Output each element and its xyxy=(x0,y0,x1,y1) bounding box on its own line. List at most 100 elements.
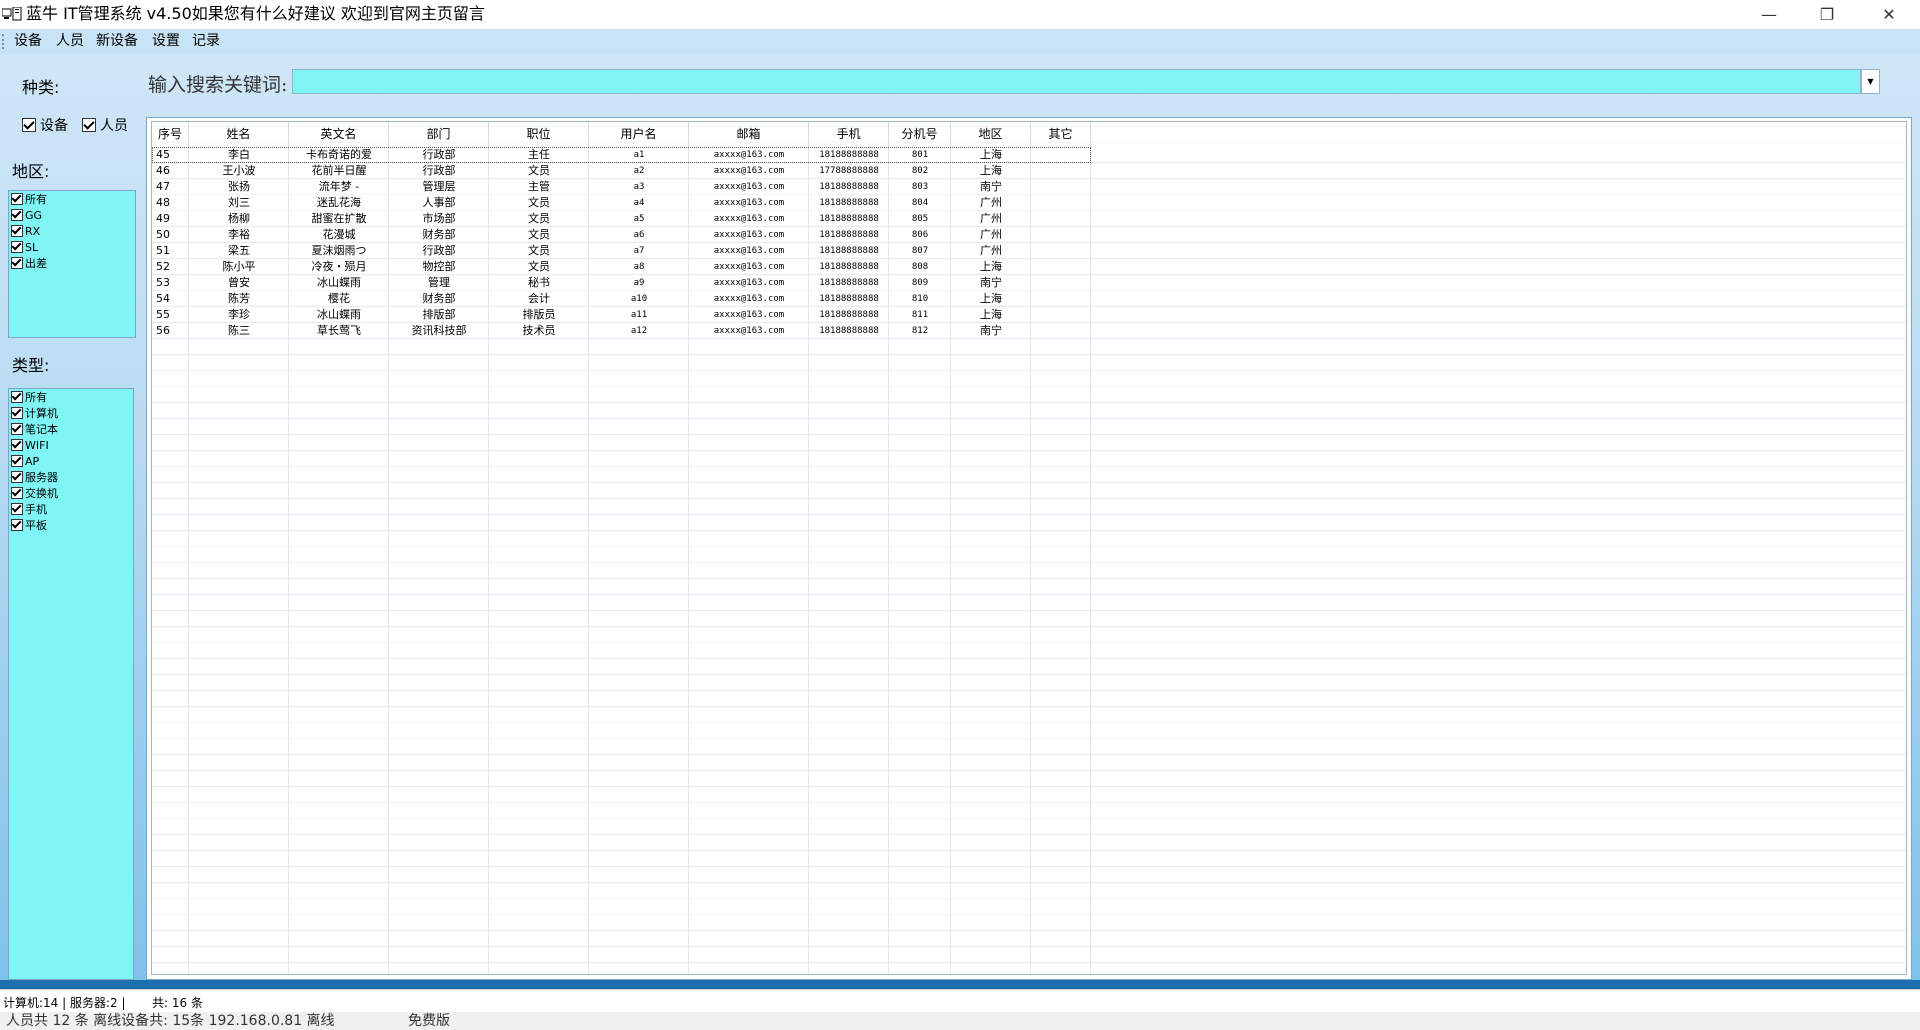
header-col-username[interactable]: 用户名 xyxy=(589,122,689,146)
table-row[interactable]: 51 梁五 夏沫烟雨つ 行政部 文员 a7 axxxx@163.com 18188888888… xyxy=(152,243,1091,259)
checkbox-icon[interactable] xyxy=(11,225,23,237)
kind-check-person[interactable]: 人员 xyxy=(82,115,128,135)
type-item[interactable]: 服务器 xyxy=(9,469,133,485)
cell-region: 上海 xyxy=(980,164,1002,177)
region-item[interactable]: 出差 xyxy=(9,255,135,271)
type-item[interactable]: AP xyxy=(9,453,133,469)
cell-department: 行政部 xyxy=(422,148,456,161)
table-row[interactable]: 54 陈芳 樱花 财务部 会计 a10 axxxx@163.com 18188888888 81… xyxy=(152,291,1091,307)
table-row[interactable]: 45 李白 卡布奇诺的爱 行政部 主任 a1 axxxx@163.com 1818888888… xyxy=(152,147,1091,163)
menu-item-device[interactable]: 设备 xyxy=(12,32,44,51)
people-table[interactable]: 序号 姓名 英文名 部门 职位 用户名 邮箱 手机 分机号 地区 其它 45 李白 卡布奇诺的爱 行政部主… xyxy=(151,121,1907,975)
table-row[interactable]: 47 张扬 流年梦 - 管理层 主管 a3 axxxx@163.com 18188888888… xyxy=(152,179,1091,195)
cell-region: 广州 xyxy=(980,196,1002,209)
cell-department: 行政部 xyxy=(422,164,456,177)
checkbox-icon[interactable] xyxy=(11,423,23,435)
app-icon xyxy=(2,7,22,21)
type-list[interactable]: 所有 计算机 笔记本 WIFI AP 服务器 交换机 手机 平板 xyxy=(8,388,134,980)
header-col-index[interactable]: 序号 xyxy=(152,122,189,146)
cell-email: axxxx@163.com xyxy=(713,150,785,160)
checkbox-icon[interactable] xyxy=(11,209,23,221)
close-button[interactable]: ✕ xyxy=(1860,0,1918,29)
menu-item-settings[interactable]: 设置 xyxy=(150,32,182,51)
table-row[interactable]: 56 陈三 草长莺飞 资讯科技部 技术员 a12 axxxx@163.com 18188888… xyxy=(152,323,1091,339)
checkbox-icon[interactable] xyxy=(11,487,23,499)
type-item[interactable]: 手机 xyxy=(9,501,133,517)
type-item-label: 所有 xyxy=(25,391,47,404)
header-col-phone[interactable]: 手机 xyxy=(809,122,889,146)
header-col-other[interactable]: 其它 xyxy=(1031,122,1091,146)
search-input[interactable] xyxy=(292,69,1861,94)
cell-english-name: 冷夜・殒月 xyxy=(311,260,367,273)
menu-item-new-device[interactable]: 新设备 xyxy=(94,32,140,51)
dropdown-arrow-icon[interactable]: ▼ xyxy=(1861,69,1880,94)
table-row[interactable]: 55 李珍 冰山蝶雨 排版部 排版员 a11 axxxx@163.com 1818888888… xyxy=(152,307,1091,323)
checkbox-icon[interactable] xyxy=(11,455,23,467)
cell-email: axxxx@163.com xyxy=(713,278,785,288)
type-item[interactable]: 交换机 xyxy=(9,485,133,501)
header-col-position[interactable]: 职位 xyxy=(489,122,589,146)
region-list[interactable]: 所有 GG RX SL 出差 xyxy=(8,190,136,338)
checkbox-icon[interactable] xyxy=(11,193,23,205)
checkbox-icon[interactable] xyxy=(11,257,23,269)
table-row[interactable]: 53 曾安 冰山蝶雨 管理 秘书 a9 axxxx@163.com 18188888888 80… xyxy=(152,275,1091,291)
cell-phone: 18188888888 xyxy=(819,278,879,288)
cell-other xyxy=(1031,211,1091,227)
header-col-english-name[interactable]: 英文名 xyxy=(289,122,389,146)
cell-email: axxxx@163.com xyxy=(713,294,785,304)
region-item-label: GG xyxy=(25,208,43,222)
checkbox-icon[interactable] xyxy=(11,407,23,419)
region-item[interactable]: SL xyxy=(9,239,135,255)
cell-region: 上海 xyxy=(980,260,1002,273)
cell-position: 排版员 xyxy=(522,308,556,321)
checkbox-icon[interactable] xyxy=(11,439,23,451)
checkbox-icon[interactable] xyxy=(11,391,23,403)
minimize-button[interactable]: — xyxy=(1740,0,1798,29)
cell-english-name: 草长莺飞 xyxy=(317,324,361,337)
table-row[interactable]: 52 陈小平 冷夜・殒月 物控部 文员 a8 axxxx@163.com 1818888888… xyxy=(152,259,1091,275)
type-item-label: WIFI xyxy=(25,438,49,452)
table-row[interactable]: 50 李裕 花漫城 财务部 文员 a6 axxxx@163.com 18188888888 80… xyxy=(152,227,1091,243)
type-item[interactable]: WIFI xyxy=(9,437,133,453)
header-col-email[interactable]: 邮箱 xyxy=(689,122,809,146)
region-item[interactable]: GG xyxy=(9,207,135,223)
header-col-region[interactable]: 地区 xyxy=(951,122,1031,146)
header-col-department[interactable]: 部门 xyxy=(389,122,489,146)
cell-username: a4 xyxy=(633,198,645,208)
cell-index: 50 xyxy=(156,228,170,241)
table-row[interactable]: 49 杨柳 甜蜜在扩散 市场部 文员 a5 axxxx@163.com 18188888888… xyxy=(152,211,1091,227)
checkbox-icon[interactable] xyxy=(11,519,23,531)
type-item[interactable]: 平板 xyxy=(9,517,133,533)
table-row[interactable]: 46 王小波 花前半日醒 行政部 文员 a2 axxxx@163.com 1778888888… xyxy=(152,163,1091,179)
cell-other xyxy=(1031,259,1091,275)
type-item[interactable]: 笔记本 xyxy=(9,421,133,437)
cell-phone: 18188888888 xyxy=(819,326,879,336)
cell-username: a2 xyxy=(633,166,645,176)
region-item[interactable]: RX xyxy=(9,223,135,239)
cell-department: 行政部 xyxy=(422,244,456,257)
checkbox-icon[interactable] xyxy=(11,503,23,515)
maximize-button[interactable]: ❐ xyxy=(1798,0,1856,29)
cell-extension: 803 xyxy=(911,182,929,192)
cell-position: 文员 xyxy=(528,228,550,241)
region-item-label: RX xyxy=(25,224,41,238)
region-item[interactable]: 所有 xyxy=(9,191,135,207)
header-col-name[interactable]: 姓名 xyxy=(189,122,289,146)
type-item[interactable]: 计算机 xyxy=(9,405,133,421)
cell-username: a10 xyxy=(630,294,648,304)
table-row[interactable]: 48 刘三 迷乱花海 人事部 文员 a4 axxxx@163.com 18188888888 8… xyxy=(152,195,1091,211)
cell-other xyxy=(1031,179,1091,195)
cell-english-name: 冰山蝶雨 xyxy=(317,308,361,321)
cell-extension: 808 xyxy=(911,262,929,272)
checkbox-icon[interactable] xyxy=(22,118,36,132)
menu-item-records[interactable]: 记录 xyxy=(190,32,222,51)
checkbox-icon[interactable] xyxy=(82,118,96,132)
header-col-extension[interactable]: 分机号 xyxy=(889,122,951,146)
menu-item-person[interactable]: 人员 xyxy=(54,32,86,51)
kind-check-device[interactable]: 设备 xyxy=(22,115,68,135)
type-item[interactable]: 所有 xyxy=(9,389,133,405)
type-item-label: 服务器 xyxy=(25,471,58,484)
checkbox-icon[interactable] xyxy=(11,471,23,483)
checkbox-icon[interactable] xyxy=(11,241,23,253)
cell-name: 陈三 xyxy=(228,324,250,337)
